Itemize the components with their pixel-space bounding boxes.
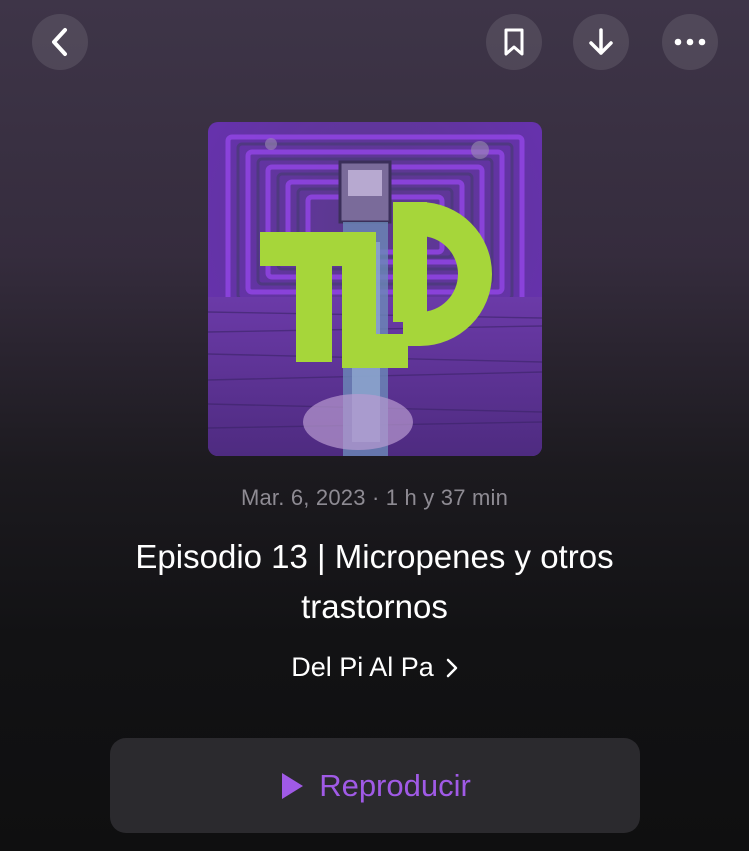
more-options-button[interactable] xyxy=(662,14,718,70)
show-link[interactable]: Del Pi Al Pa xyxy=(0,652,749,683)
show-name: Del Pi Al Pa xyxy=(291,652,434,682)
bookmark-button[interactable] xyxy=(486,14,542,70)
ellipsis-icon xyxy=(674,38,706,46)
play-label: Reproducir xyxy=(319,767,471,803)
chevron-right-icon xyxy=(446,658,458,678)
bookmark-icon xyxy=(504,28,524,56)
podcast-artwork xyxy=(208,122,542,456)
episode-meta: Mar. 6, 2023 · 1 h y 37 min xyxy=(240,485,509,510)
arrow-down-icon xyxy=(589,28,613,55)
play-icon xyxy=(279,771,305,801)
back-button[interactable] xyxy=(32,14,88,70)
chevron-left-icon xyxy=(52,28,67,56)
episode-title: Episodio 13 | Micropenes y otros trastor… xyxy=(135,538,614,625)
play-button[interactable]: Reproducir xyxy=(110,738,640,833)
download-button[interactable] xyxy=(573,14,629,70)
